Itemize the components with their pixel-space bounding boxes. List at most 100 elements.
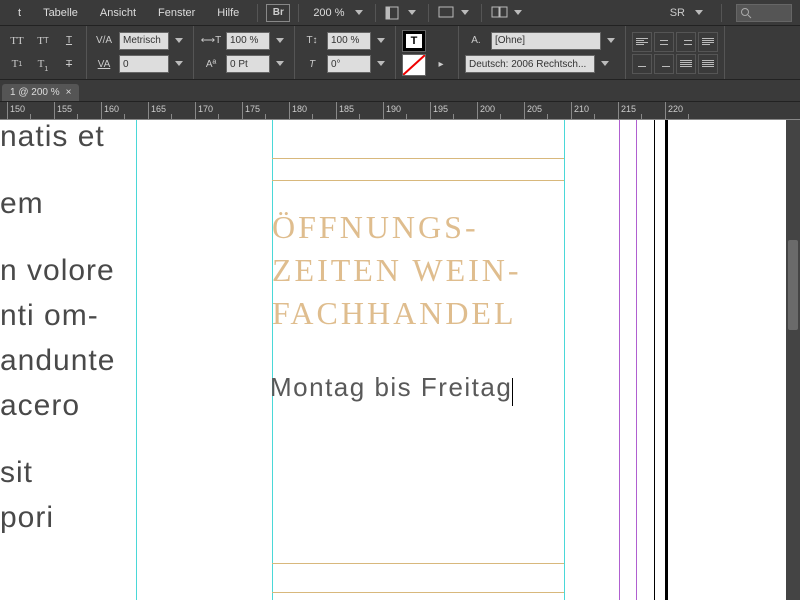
ruler-mark: 200 (477, 102, 495, 120)
baseline-dropdown-icon[interactable] (274, 59, 288, 69)
ruler-mark: 155 (54, 102, 72, 120)
ruler-mark: 205 (524, 102, 542, 120)
workspace-label[interactable]: SR (670, 7, 685, 19)
justify-right-icon[interactable] (654, 54, 674, 74)
search-icon (740, 7, 752, 19)
scroll-thumb[interactable] (788, 240, 798, 330)
frame-edge (272, 592, 564, 593)
tab-label: 1 @ 200 % (10, 87, 60, 98)
language-dropdown-icon[interactable] (599, 59, 613, 69)
justify-center-icon[interactable] (632, 54, 652, 74)
ruler-mark: 190 (383, 102, 401, 120)
menu-fenster[interactable]: Fenster (148, 3, 205, 23)
page-edge (654, 120, 655, 600)
margin-guide[interactable] (619, 120, 620, 600)
canvas[interactable]: natis etemn volorenti om-andunteacerosit… (0, 120, 800, 600)
underline-icon[interactable]: T (58, 31, 80, 51)
charstyle-icon: A. (465, 31, 487, 51)
superscript-icon[interactable]: T1 (6, 54, 28, 74)
screen-mode-icon[interactable] (437, 5, 457, 21)
align-left-icon[interactable] (632, 32, 652, 52)
smallcaps-icon[interactable]: TT (32, 31, 54, 51)
ruler-mark: 210 (571, 102, 589, 120)
arrange-icon[interactable] (490, 5, 510, 21)
ruler-mark: 215 (618, 102, 636, 120)
margin-guide[interactable] (636, 120, 637, 600)
menu-ansicht[interactable]: Ansicht (90, 3, 146, 23)
zoom-level[interactable]: 200 % (307, 7, 350, 19)
menu-hilfe[interactable]: Hilfe (207, 3, 249, 23)
ruler-mark: 170 (195, 102, 213, 120)
frame-edge (272, 563, 564, 564)
workspace-dropdown-icon[interactable] (693, 8, 707, 18)
stroke-swatch[interactable] (402, 54, 426, 76)
control-panel: TT TT T T1 T1 T V/A VA ⟷T Aª (0, 26, 800, 80)
body-text[interactable]: Montag bis Freitag (270, 372, 513, 403)
skew-dropdown-icon[interactable] (375, 59, 389, 69)
vscale-dropdown-icon[interactable] (375, 36, 389, 46)
kerning-icon: V/A (93, 31, 115, 51)
body-text-left[interactable]: natis etemn volorenti om-andunteacerosit… (0, 120, 140, 540)
tab-close-icon[interactable]: × (66, 87, 72, 98)
ruler-mark: 175 (242, 102, 260, 120)
column-guide[interactable] (564, 120, 565, 600)
search-input[interactable] (736, 4, 792, 22)
justify-left-icon[interactable] (698, 32, 718, 52)
baseline-input[interactable] (226, 55, 270, 73)
horizontal-ruler[interactable]: 150 155 160 165 170 175 180 185 190 195 200 205 210 2… (0, 102, 800, 120)
body-text-value: Montag bis Freitag (270, 372, 512, 402)
language-input[interactable] (465, 55, 595, 73)
text-cursor (512, 378, 513, 406)
frame-edge (272, 180, 564, 181)
kerning-input[interactable] (119, 32, 169, 50)
hscale-icon: ⟷T (200, 31, 222, 51)
skew-icon: T (301, 54, 323, 74)
ruler-mark: 185 (336, 102, 354, 120)
ruler-mark: 165 (148, 102, 166, 120)
heading-text[interactable]: ÖFFNUNGS-ZEITEN WEIN-FACHHANDEL (272, 206, 572, 336)
kerning-dropdown-icon[interactable] (173, 36, 187, 46)
view-mode-dropdown-icon[interactable] (406, 8, 420, 18)
tracking-icon: VA (93, 54, 115, 74)
baseline-icon: Aª (200, 54, 222, 74)
arrange-dropdown-icon[interactable] (512, 8, 526, 18)
workspace: 150 155 160 165 170 175 180 185 190 195 200 205 210 2… (0, 102, 800, 600)
vscale-icon: T↕ (301, 31, 323, 51)
ruler-mark: 160 (101, 102, 119, 120)
hscale-dropdown-icon[interactable] (274, 36, 288, 46)
strikethrough-icon[interactable]: T (58, 54, 80, 74)
vscale-input[interactable] (327, 32, 371, 50)
menu-tabelle[interactable]: Tabelle (33, 3, 88, 23)
frame-edge (272, 158, 564, 159)
swap-icon[interactable]: ▸ (430, 55, 452, 75)
menubar: t Tabelle Ansicht Fenster Hilfe Br 200 %… (0, 0, 800, 26)
view-mode-icon[interactable] (384, 5, 404, 21)
tracking-dropdown-icon[interactable] (173, 59, 187, 69)
charstyle-input[interactable] (491, 32, 601, 50)
ruler-mark: 195 (430, 102, 448, 120)
spread-edge (665, 120, 668, 600)
ruler-mark: 220 (665, 102, 683, 120)
align-right-icon[interactable] (676, 32, 696, 52)
document-tab[interactable]: 1 @ 200 % × (2, 84, 79, 101)
paragraph-align-group (632, 32, 718, 74)
vertical-scrollbar[interactable] (786, 120, 800, 600)
subscript-icon[interactable]: T1 (32, 54, 54, 74)
ruler-mark: 150 (7, 102, 25, 120)
hscale-input[interactable] (226, 32, 270, 50)
align-spine-icon[interactable] (698, 54, 718, 74)
document-tabs: 1 @ 200 % × (0, 80, 800, 102)
charstyle-dropdown-icon[interactable] (605, 36, 619, 46)
skew-input[interactable] (327, 55, 371, 73)
column-guide[interactable] (272, 120, 273, 600)
fill-swatch[interactable]: T (402, 30, 426, 52)
bridge-icon[interactable]: Br (266, 4, 290, 22)
align-center-icon[interactable] (654, 32, 674, 52)
justify-full-icon[interactable] (676, 54, 696, 74)
allcaps-icon[interactable]: TT (6, 31, 28, 51)
zoom-dropdown-icon[interactable] (353, 8, 367, 18)
screen-mode-dropdown-icon[interactable] (459, 8, 473, 18)
tracking-input[interactable] (119, 55, 169, 73)
ruler-mark: 180 (289, 102, 307, 120)
menu-t[interactable]: t (8, 3, 31, 23)
